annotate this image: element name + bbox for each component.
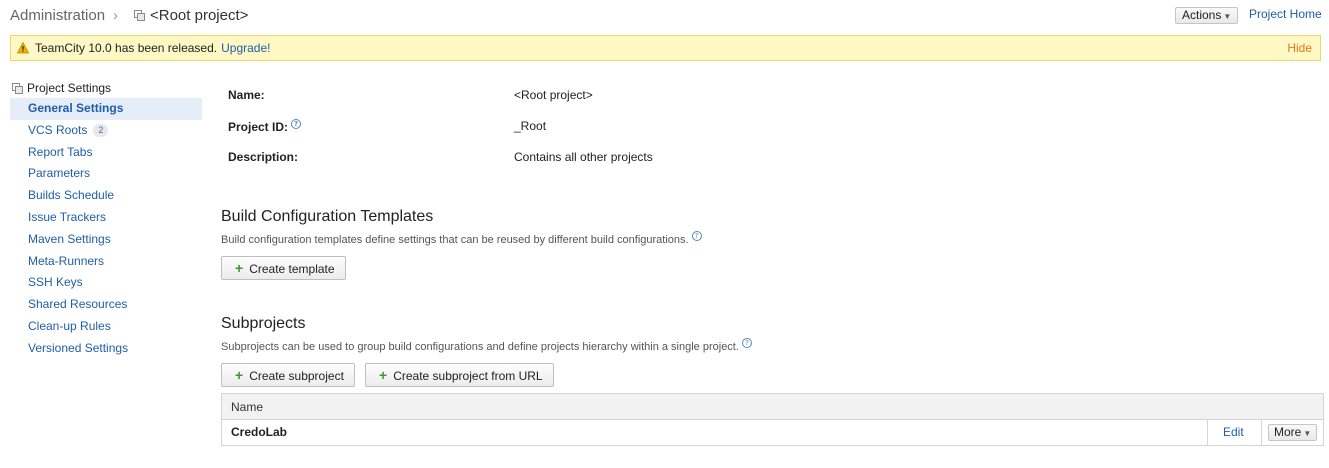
plus-icon: + (235, 367, 244, 383)
banner-message: TeamCity 10.0 has been released. Upgrade! (35, 41, 270, 55)
sidebar-title: Project Settings (10, 78, 202, 98)
sidebar-item-report-tabs[interactable]: Report Tabs (10, 142, 202, 164)
sidebar-item-label: Builds Schedule (28, 188, 115, 203)
hide-banner-link[interactable]: Hide (1287, 41, 1312, 55)
name-label: Name: (228, 88, 265, 102)
sidebar-item-builds-schedule[interactable]: Builds Schedule (10, 185, 202, 207)
project-icon (134, 10, 145, 21)
breadcrumb-project: <Root project> (150, 7, 249, 24)
edit-cell: Edit (1207, 420, 1261, 446)
sidebar-item-general-settings[interactable]: General Settings (10, 98, 202, 120)
create-subproject-from-url-label: Create subproject from URL (393, 369, 543, 383)
sidebar-item-label: General Settings (28, 101, 124, 115)
chevron-down-icon: ▼ (1223, 12, 1232, 21)
description-label: Description: (228, 150, 299, 164)
create-subproject-from-url-button[interactable]: + Create subproject from URL (365, 363, 554, 387)
sidebar-item-ssh-keys[interactable]: SSH Keys (10, 272, 202, 294)
more-dropdown-button[interactable]: More ▼ (1268, 424, 1318, 441)
breadcrumb-administration[interactable]: Administration (10, 7, 105, 24)
sidebar-item-label: Report Tabs (28, 144, 93, 159)
sidebar-item-versioned-settings[interactable]: Versioned Settings (10, 338, 202, 360)
sidebar-item-meta-runners[interactable]: Meta-Runners (10, 251, 202, 273)
project-id-label: Project ID:? (228, 119, 302, 134)
sidebar-item-vcs-roots[interactable]: VCS Roots 2 (10, 120, 202, 142)
breadcrumb-separator-icon: › (113, 7, 118, 24)
sidebar-item-parameters[interactable]: Parameters (10, 163, 202, 185)
create-subproject-button[interactable]: + Create subproject (221, 363, 355, 387)
release-banner: TeamCity 10.0 has been released. Upgrade!… (10, 35, 1321, 61)
edit-link[interactable]: Edit (1223, 425, 1244, 439)
project-id-label-text: Project ID: (228, 120, 289, 134)
plus-icon: + (379, 367, 388, 383)
more-cell: More ▼ (1261, 420, 1325, 446)
project-id-value: _Root (514, 119, 547, 133)
help-icon[interactable]: ? (291, 119, 302, 129)
sidebar-item-label: Meta-Runners (28, 253, 105, 268)
actions-label: Actions (1182, 8, 1222, 22)
project-settings-sidebar: Project Settings General Settings VCS Ro… (10, 78, 202, 360)
sidebar-item-clean-up-rules[interactable]: Clean-up Rules (10, 316, 202, 338)
project-icon (12, 83, 23, 94)
create-subproject-label: Create subproject (249, 369, 344, 383)
sidebar-item-label: Clean-up Rules (28, 318, 111, 333)
sidebar-item-maven-settings[interactable]: Maven Settings (10, 229, 202, 251)
top-header: Administration › <Root project> Actions ▼… (0, 0, 1329, 32)
create-template-button[interactable]: + Create template (221, 256, 346, 280)
templates-section-description: Build configuration templates define set… (221, 231, 702, 246)
chevron-down-icon: ▼ (1303, 429, 1312, 438)
table-header: Name (222, 394, 1323, 420)
sidebar-item-label: Shared Resources (28, 297, 128, 312)
sidebar-item-label: Parameters (28, 166, 91, 181)
subproject-name-link[interactable]: CredoLab (231, 425, 287, 439)
subprojects-section-title: Subprojects (221, 315, 306, 332)
sidebar-item-shared-resources[interactable]: Shared Resources (10, 294, 202, 316)
sidebar-item-label: Issue Trackers (28, 209, 107, 224)
subprojects-table: Name CredoLab Edit More ▼ (221, 393, 1324, 446)
subprojects-section-description: Subprojects can be used to group build c… (221, 338, 752, 353)
project-home-link[interactable]: Project Home (1249, 7, 1322, 21)
sidebar-item-issue-trackers[interactable]: Issue Trackers (10, 207, 202, 229)
actions-dropdown-button[interactable]: Actions ▼ (1175, 7, 1239, 24)
sidebar-item-label: Versioned Settings (28, 340, 129, 355)
name-value: <Root project> (514, 88, 593, 102)
upgrade-link[interactable]: Upgrade! (221, 41, 270, 55)
sidebar-item-label: VCS Roots (28, 122, 88, 137)
help-icon[interactable]: ? (741, 338, 752, 348)
plus-icon: + (235, 260, 244, 276)
sidebar-title-label: Project Settings (27, 81, 112, 95)
more-label: More (1274, 425, 1302, 439)
help-icon[interactable]: ? (691, 231, 702, 241)
create-template-label: Create template (249, 262, 335, 276)
templates-section-title: Build Configuration Templates (221, 208, 434, 225)
banner-text: TeamCity 10.0 has been released. (35, 41, 218, 55)
column-header-name: Name (231, 400, 264, 414)
subprojects-description-text: Subprojects can be used to group build c… (221, 341, 739, 353)
templates-description-text: Build configuration templates define set… (221, 234, 689, 246)
sidebar-item-label: SSH Keys (28, 275, 83, 290)
warning-icon (17, 42, 29, 54)
sidebar-item-label: Maven Settings (28, 231, 111, 246)
count-badge: 2 (93, 123, 109, 137)
description-value: Contains all other projects (514, 150, 653, 164)
